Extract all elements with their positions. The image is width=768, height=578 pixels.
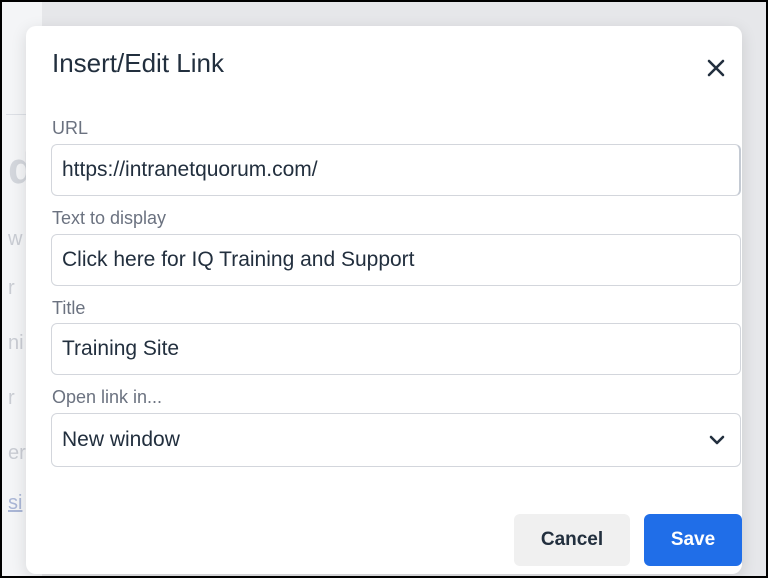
open-link-in-select[interactable]: New window bbox=[51, 413, 741, 467]
screenshot-frame: d w r ni r er si Insert/Edit Link URL ht… bbox=[0, 0, 768, 578]
text-to-display-input[interactable]: Click here for IQ Training and Support bbox=[51, 234, 741, 286]
save-button[interactable]: Save bbox=[644, 514, 742, 566]
cancel-button[interactable]: Cancel bbox=[514, 514, 630, 566]
close-icon bbox=[707, 59, 725, 77]
url-input[interactable]: https://intranetquorum.com/ bbox=[51, 144, 741, 196]
text-to-display-label: Text to display bbox=[52, 208, 167, 228]
background-text-fragment: r bbox=[8, 387, 15, 409]
open-link-in-selected-value: New window bbox=[62, 428, 180, 451]
insert-edit-link-dialog: Insert/Edit Link URL https://intranetquo… bbox=[26, 26, 742, 574]
background-link-fragment: si bbox=[8, 492, 23, 514]
background-text-fragment: ni bbox=[8, 332, 24, 354]
chevron-down-icon bbox=[709, 435, 725, 445]
close-button[interactable] bbox=[700, 52, 732, 84]
open-link-in-label: Open link in... bbox=[52, 387, 163, 407]
title-label: Title bbox=[52, 298, 86, 318]
url-label: URL bbox=[52, 118, 89, 138]
background-text-fragment: er bbox=[8, 442, 26, 464]
background-text-fragment: r bbox=[8, 277, 15, 299]
dialog-title: Insert/Edit Link bbox=[52, 48, 224, 78]
title-input[interactable]: Training Site bbox=[51, 323, 741, 375]
background-text-fragment: w bbox=[8, 228, 23, 250]
